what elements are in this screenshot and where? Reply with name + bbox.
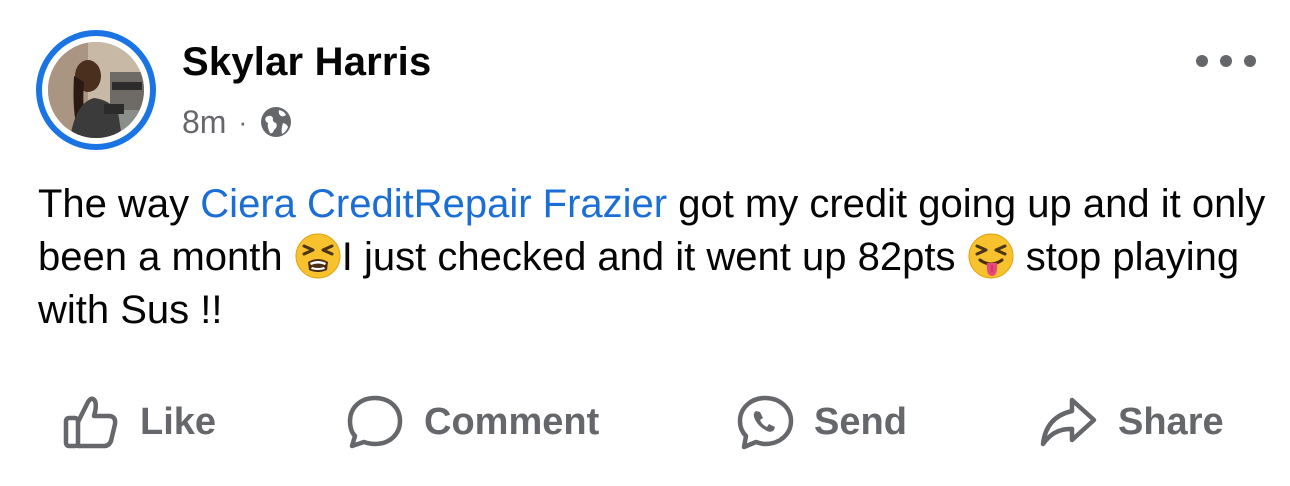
post-meta: 8m · — [182, 102, 293, 142]
share-label: Share — [1118, 400, 1224, 443]
post-header: Skylar Harris 8m · — [36, 30, 1276, 150]
comment-label: Comment — [424, 400, 600, 443]
comment-button[interactable]: Comment — [346, 390, 599, 454]
like-label: Like — [140, 400, 217, 443]
thumbs-up-icon — [62, 394, 120, 450]
avatar[interactable] — [48, 42, 144, 138]
share-arrow-icon — [1038, 394, 1098, 450]
author-name[interactable]: Skylar Harris — [182, 40, 431, 85]
send-button[interactable]: Send — [736, 390, 907, 454]
post-text-part: The way — [38, 182, 201, 226]
post-text-part: I just checked and it went up 82pts — [341, 235, 967, 279]
mention-link[interactable]: Ciera CreditRepair Frazier — [200, 182, 667, 226]
post-text: The way Ciera CreditRepair Frazier got m… — [38, 178, 1268, 337]
messenger-icon — [736, 394, 794, 450]
like-button[interactable]: Like — [62, 390, 216, 454]
timestamp[interactable]: 8m — [182, 104, 226, 141]
comment-bubble-icon — [346, 394, 404, 450]
share-button[interactable]: Share — [1038, 390, 1224, 454]
meta-separator: · — [238, 106, 248, 137]
send-label: Send — [814, 400, 907, 443]
action-bar: Like Comment Send Share — [0, 390, 1290, 454]
squinting-tongue-emoji-icon — [967, 232, 1015, 280]
globe-icon[interactable] — [259, 105, 293, 139]
tired-face-emoji-icon — [294, 232, 342, 280]
more-horizontal-icon — [1196, 55, 1208, 67]
more-options-button[interactable] — [1196, 46, 1256, 76]
